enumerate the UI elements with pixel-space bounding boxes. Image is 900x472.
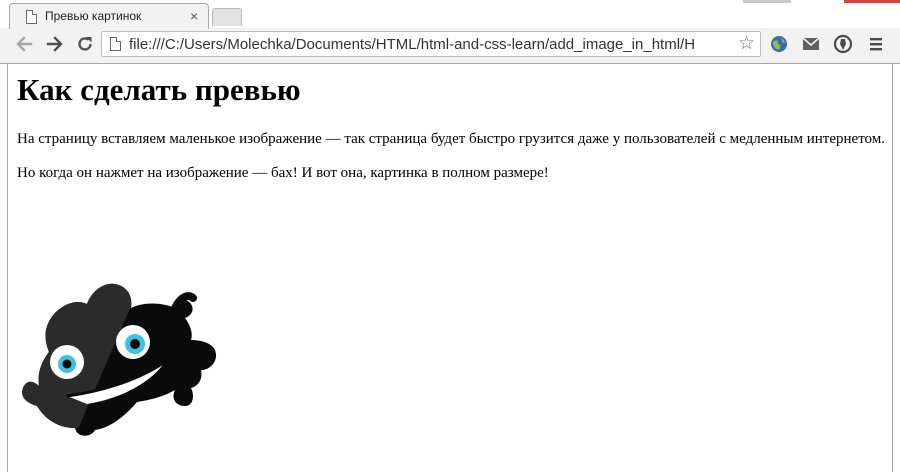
url-text[interactable]: file:///C:/Users/Molechka/Documents/HTML… [129,36,735,53]
shield-icon[interactable] [833,34,853,54]
reload-icon [78,37,92,51]
close-window-button[interactable] [844,0,900,3]
monster-right-eye [116,325,150,359]
browser-tab[interactable]: Превью картинок × [9,3,209,29]
forward-arrow-icon [46,36,63,52]
paragraph-click: Но когда он нажмет на изображение — бах!… [17,165,549,181]
page-content: Как сделать превью На страницу вставляем… [17,72,887,198]
page-icon [26,10,37,24]
page-heading: Как сделать превью [17,72,301,107]
new-tab-button[interactable] [212,8,242,26]
star-icon[interactable]: ☆ [738,34,755,54]
forward-button[interactable] [42,32,68,56]
back-arrow-icon [16,36,33,52]
back-button[interactable] [11,32,37,56]
tab-close-icon[interactable]: × [190,8,198,24]
browser-chrome: Превью картинок × file:///C:/Users/Molec… [0,0,900,64]
address-bar[interactable]: file:///C:/Users/Molechka/Documents/HTML… [101,31,761,57]
page-viewport: Как сделать превью На страницу вставляем… [7,64,893,472]
mail-icon[interactable] [801,34,821,54]
page-icon [110,37,121,51]
minimize-button[interactable] [743,0,791,3]
tab-title: Превью картинок [45,9,142,23]
paragraph-intro: На страницу вставляем маленькое изображе… [17,131,886,147]
monster-mascot-image[interactable] [15,278,219,436]
reload-button[interactable] [72,32,98,56]
monster-left-eye [50,345,84,379]
globe-icon[interactable] [769,34,789,54]
menu-icon[interactable] [866,34,886,54]
